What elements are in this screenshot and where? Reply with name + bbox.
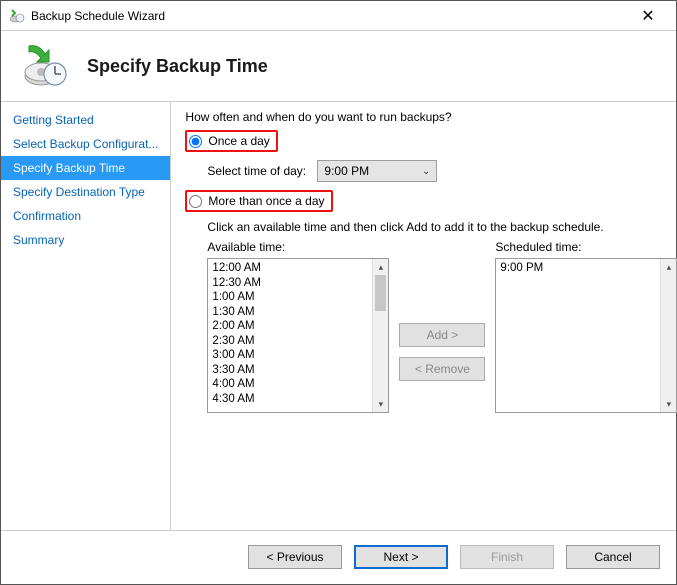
select-time-label: Select time of day: (207, 164, 317, 178)
sidebar-item-select-backup-config[interactable]: Select Backup Configurat... (1, 132, 170, 156)
scheduled-time-label: Scheduled time: (495, 240, 677, 254)
wizard-header: Specify Backup Time (1, 31, 676, 101)
radio-more-than-once-input[interactable] (189, 195, 202, 208)
scroll-up-icon[interactable]: ▴ (373, 259, 388, 275)
scroll-thumb[interactable] (375, 275, 386, 311)
prompt-text: How often and when do you want to run ba… (185, 110, 677, 124)
scroll-down-icon[interactable]: ▾ (661, 396, 676, 412)
scheduled-column: Scheduled time: 9:00 PM ▴ ▾ (495, 240, 677, 413)
finish-button: Finish (460, 545, 554, 569)
list-item[interactable]: 1:30 AM (212, 305, 368, 320)
radio-once-a-day-input[interactable] (189, 135, 202, 148)
close-icon[interactable]: ✕ (628, 6, 668, 26)
select-time-row: Select time of day: 9:00 PM ⌄ (207, 160, 677, 182)
wizard-icon (21, 42, 69, 90)
add-button[interactable]: Add > (399, 323, 485, 347)
list-item[interactable]: 12:30 AM (212, 276, 368, 291)
transfer-buttons: Add > < Remove (399, 290, 485, 413)
sidebar-item-getting-started[interactable]: Getting Started (1, 108, 170, 132)
previous-button[interactable]: < Previous (248, 545, 342, 569)
list-item[interactable]: 2:30 AM (212, 334, 368, 349)
page-title: Specify Backup Time (87, 56, 268, 77)
wizard-body: Getting Started Select Backup Configurat… (1, 101, 676, 531)
list-item[interactable]: 2:00 AM (212, 319, 368, 334)
available-column: Available time: 12:00 AM 12:30 AM 1:00 A… (207, 240, 389, 413)
available-time-label: Available time: (207, 240, 389, 254)
time-columns: Available time: 12:00 AM 12:30 AM 1:00 A… (207, 240, 677, 413)
list-item[interactable]: 12:00 AM (212, 261, 368, 276)
sidebar-item-specify-destination-type[interactable]: Specify Destination Type (1, 180, 170, 204)
more-description: Click an available time and then click A… (207, 220, 677, 234)
scroll-up-icon[interactable]: ▴ (661, 259, 676, 275)
content-panel: How often and when do you want to run ba… (171, 102, 677, 530)
scheduled-time-listbox[interactable]: 9:00 PM ▴ ▾ (495, 258, 677, 413)
scrollbar[interactable]: ▴ ▾ (372, 259, 388, 412)
scroll-track[interactable] (373, 311, 388, 396)
sidebar-item-summary[interactable]: Summary (1, 228, 170, 252)
list-item[interactable]: 9:00 PM (500, 261, 656, 276)
sidebar-item-confirmation[interactable]: Confirmation (1, 204, 170, 228)
app-icon (9, 8, 25, 24)
radio-once-a-day[interactable]: Once a day (185, 130, 277, 152)
radio-more-than-once-label: More than once a day (208, 194, 324, 208)
next-button[interactable]: Next > (354, 545, 448, 569)
select-time-value: 9:00 PM (324, 164, 369, 178)
remove-button[interactable]: < Remove (399, 357, 485, 381)
scrollbar[interactable]: ▴ ▾ (660, 259, 676, 412)
list-item[interactable]: 3:30 AM (212, 363, 368, 378)
list-item[interactable]: 1:00 AM (212, 290, 368, 305)
wizard-sidebar: Getting Started Select Backup Configurat… (1, 102, 171, 530)
list-item[interactable]: 4:30 AM (212, 392, 368, 407)
cancel-button[interactable]: Cancel (566, 545, 660, 569)
radio-once-a-day-label: Once a day (208, 134, 269, 148)
radio-more-than-once[interactable]: More than once a day (185, 190, 332, 212)
scroll-track[interactable] (661, 275, 676, 396)
sidebar-item-specify-backup-time[interactable]: Specify Backup Time (1, 156, 170, 180)
list-item[interactable]: 4:00 AM (212, 377, 368, 392)
titlebar: Backup Schedule Wizard ✕ (1, 1, 676, 31)
available-time-listbox[interactable]: 12:00 AM 12:30 AM 1:00 AM 1:30 AM 2:00 A… (207, 258, 389, 413)
scroll-down-icon[interactable]: ▾ (373, 396, 388, 412)
wizard-footer: < Previous Next > Finish Cancel (1, 531, 676, 583)
window-title: Backup Schedule Wizard (31, 9, 628, 23)
chevron-down-icon: ⌄ (422, 166, 430, 177)
select-time-dropdown[interactable]: 9:00 PM ⌄ (317, 160, 437, 182)
list-item[interactable]: 3:00 AM (212, 348, 368, 363)
